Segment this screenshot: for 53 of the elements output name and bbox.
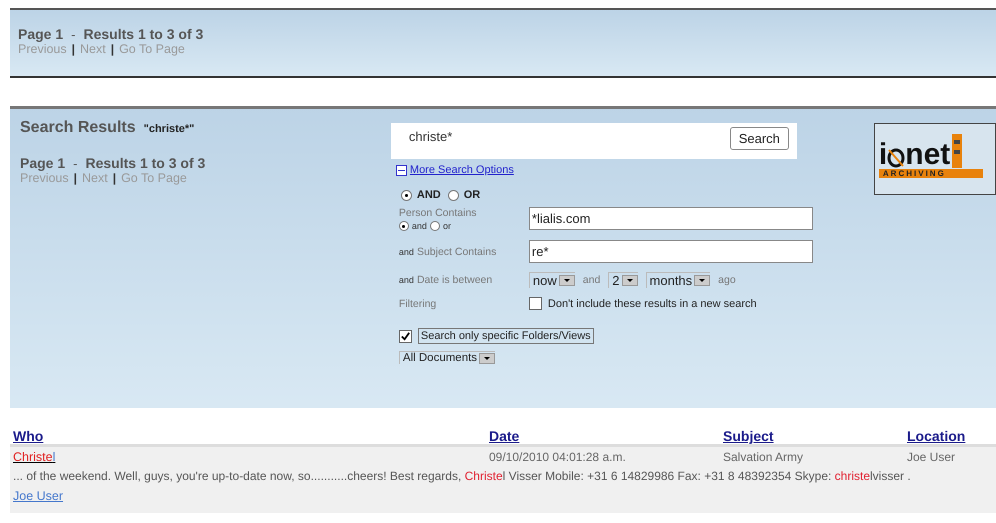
results-count: Results 1 to 3 of 3 xyxy=(83,26,204,42)
table-cell-text: Joe User xyxy=(907,450,956,464)
search-button[interactable]: Search xyxy=(730,127,789,150)
field-label: Person Contains xyxy=(398,207,478,219)
radio-label: AND xyxy=(416,189,441,201)
query-label: "christe*" xyxy=(144,123,194,135)
page-number: Page 1 xyxy=(18,26,64,42)
checkbox-label: Don't include these results in a new search xyxy=(548,298,757,310)
field-label: Subject Contains xyxy=(416,246,496,258)
separator: - xyxy=(72,156,78,171)
and-label: and xyxy=(398,246,414,256)
and-label: and xyxy=(398,275,414,285)
result-snippet: ... of the weekend. Well, guys, you're up-to-date now, so...........cheers! Best regards, Christel Visser Mobile: +31 6 14829986 Fax: +31 8 48392354 Skype: christelvisser . xyxy=(13,469,912,483)
separator: - xyxy=(70,27,76,42)
table-cell-text: Salvation Army xyxy=(723,450,804,464)
search-field[interactable]: christe* xyxy=(408,129,609,144)
radio-label: or xyxy=(442,221,451,231)
logo: i net ARCHIVING xyxy=(874,123,996,195)
column-header[interactable]: Date xyxy=(489,428,723,444)
radio-button[interactable] xyxy=(398,221,409,231)
dropdown[interactable]: 2 xyxy=(608,272,638,288)
page-number: Page 1 xyxy=(20,155,66,171)
checkbox[interactable] xyxy=(398,330,412,342)
results-title: Search Results xyxy=(20,119,136,137)
author-link[interactable]: Joe User xyxy=(13,489,64,503)
results-count: Results 1 to 3 of 3 xyxy=(85,155,206,171)
collapse-icon[interactable] xyxy=(396,164,407,176)
column-header[interactable]: Subject xyxy=(723,428,907,444)
more-options-link[interactable]: More Search Options xyxy=(410,164,514,176)
field-label: Date is between xyxy=(416,274,492,286)
radio-button[interactable] xyxy=(448,190,459,200)
link-divider: | xyxy=(112,171,116,185)
field-label: Filtering xyxy=(398,298,436,310)
checkbox-label: Search only specific Folders/Views xyxy=(418,328,594,344)
person-field[interactable]: *lialis.com xyxy=(528,207,813,230)
dropdown[interactable]: All Documents xyxy=(398,351,496,364)
dropdown[interactable]: months xyxy=(646,272,710,288)
radio-button[interactable] xyxy=(400,190,412,200)
column-header[interactable]: Location xyxy=(907,428,996,444)
link-divider: | xyxy=(72,42,75,56)
link-divider: | xyxy=(110,42,114,56)
table-cell-text: 09/10/2010 04:01:28 a.m. xyxy=(489,450,627,464)
ago-label: ago xyxy=(718,274,736,286)
dropdown[interactable]: now xyxy=(528,272,575,288)
column-header[interactable]: Who xyxy=(13,428,489,444)
radio-label: and xyxy=(412,221,427,231)
sender-link[interactable]: Christel xyxy=(13,450,489,464)
link-divider: | xyxy=(74,171,77,185)
checkbox[interactable] xyxy=(528,297,542,310)
and-label: and xyxy=(582,274,600,286)
radio-label: OR xyxy=(464,189,480,201)
radio-button[interactable] xyxy=(430,221,440,231)
subject-field[interactable]: re* xyxy=(528,240,813,263)
